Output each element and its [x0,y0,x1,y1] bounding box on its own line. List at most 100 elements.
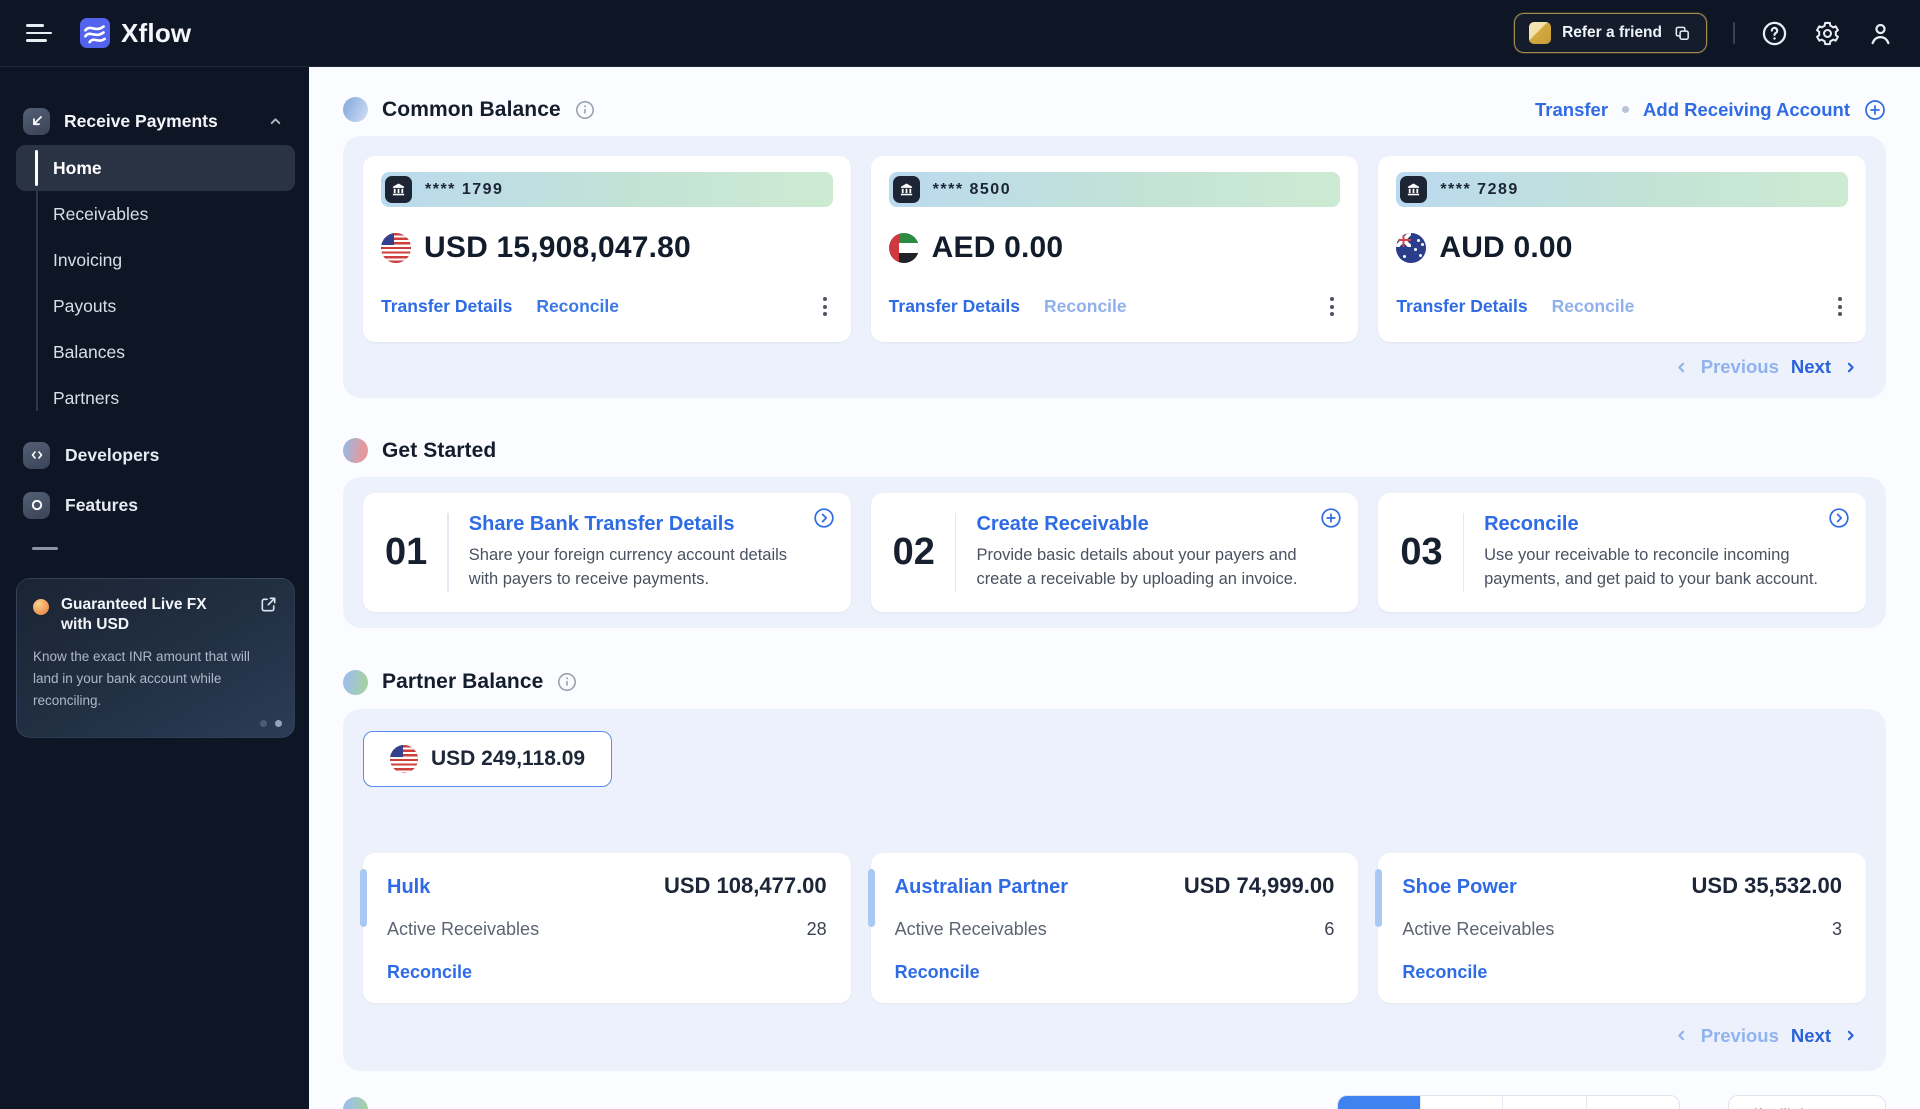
next-button[interactable]: Next [1791,356,1831,378]
add-receiving-account-link[interactable]: Add Receiving Account [1643,99,1850,121]
step-card-3[interactable]: 03 Reconcile Use your receivable to reco… [1378,493,1866,612]
step-number: 02 [892,531,935,574]
hamburger-menu-icon[interactable] [26,24,54,42]
reconcile-link[interactable]: Reconcile [387,962,472,983]
reconcile-link[interactable]: Reconcile [536,296,619,317]
external-link-icon[interactable] [259,595,278,637]
sidebar-item-home[interactable]: Home [16,145,295,191]
currency-tab-usd[interactable]: USD [1337,1096,1421,1109]
info-icon[interactable] [557,672,577,692]
masked-account-number: **** 1799 [425,180,504,198]
chevron-circle-icon[interactable] [1828,507,1850,529]
currency-tab-aed[interactable]: AED [1421,1096,1504,1109]
balance-card-aed: **** 8500 AED 0.00 Transfer Details Reco… [870,156,1359,342]
chevron-left-icon[interactable] [1674,360,1689,375]
chevron-right-icon[interactable] [1843,1028,1858,1043]
previous-button[interactable]: Previous [1701,1025,1779,1047]
chevron-right-icon[interactable] [1843,360,1858,375]
brand[interactable]: Xflow [80,18,191,49]
balance-card-aud: **** 7289 AUD 0.00 Transfer Details Reco… [1378,156,1866,342]
step-description: Share your foreign currency account deta… [468,546,788,588]
reconcile-link[interactable]: Reconcile [1552,296,1635,317]
partner-total-chip[interactable]: USD 249,118.09 [363,730,613,787]
dot-separator [1622,106,1630,113]
partner-name-link[interactable]: Hulk [387,876,430,899]
reconcile-link[interactable]: Reconcile [895,962,980,983]
currency-tabs: USD AED AUD [1336,1095,1681,1109]
masked-account-number: **** 8500 [932,180,1012,198]
transfer-details-link[interactable]: Transfer Details [381,296,512,317]
active-receivables-count: 6 [1324,918,1335,939]
sidebar-item-receivables[interactable]: Receivables [16,191,295,237]
partner-balance-header: Partner Balance [343,669,577,695]
chevron-circle-icon[interactable] [813,507,835,529]
sidebar-item-invoicing[interactable]: Invoicing [16,237,295,283]
previous-button[interactable]: Previous [1701,356,1779,378]
get-started-title: Get Started [382,438,497,462]
xflow-logo-icon [80,18,110,48]
plus-circle-icon[interactable] [1320,507,1342,529]
partner-name-link[interactable]: Australian Partner [895,876,1068,899]
carousel-dot[interactable] [260,720,267,728]
kebab-menu-icon[interactable] [1832,293,1848,320]
transfer-details-link[interactable]: Transfer Details [889,296,1020,317]
sidebar-item-payouts[interactable]: Payouts [16,283,295,329]
step-number: 01 [385,531,428,574]
main-content: Common Balance Transfer Add Receiving Ac… [309,67,1920,1109]
user-profile-icon[interactable] [1867,20,1894,47]
transfer-link[interactable]: Transfer [1535,99,1608,121]
promo-card: Guaranteed Live FX with USD Know the exa… [16,577,295,739]
transfer-details-link[interactable]: Transfer Details [1396,296,1527,317]
step-title-link[interactable]: Share Bank Transfer Details [469,513,809,536]
gift-card-icon [1529,22,1552,44]
refer-a-friend-button[interactable]: Refer a friend [1514,13,1707,53]
code-icon [23,441,50,469]
currency-tab-more[interactable] [1587,1096,1679,1109]
partner-name-link[interactable]: Shoe Power [1402,876,1516,899]
step-title-link[interactable]: Reconcile [1484,513,1824,536]
active-receivables-count: 28 [806,918,827,939]
sidebar-item-balances[interactable]: Balances [16,329,295,375]
reconcile-link[interactable]: Reconcile [1044,296,1127,317]
partner-amount: USD 108,477.00 [663,872,827,898]
promo-title: Guaranteed Live FX with USD [61,595,207,634]
sidebar-section-receive-payments[interactable]: Receive Payments [0,105,309,137]
carousel-dot[interactable] [275,720,282,728]
us-flag-icon [381,233,411,263]
account-strip: **** 7289 [1396,172,1848,207]
partner-card-shoe-power: Shoe Power USD 35,532.00 Active Receivab… [1375,852,1866,1003]
help-icon[interactable] [1761,20,1788,47]
next-section-row: USD AED AUD Life till date [343,1095,1886,1109]
partner-accent-bar [360,868,367,927]
account-strip: **** 1799 [381,172,833,207]
kebab-menu-icon[interactable] [817,293,833,320]
sidebar-item-developers[interactable]: Developers [23,439,283,471]
info-icon[interactable] [575,100,595,120]
copy-icon[interactable] [1673,24,1692,43]
next-button[interactable]: Next [1791,1025,1831,1047]
common-balance-header: Common Balance [343,97,595,122]
partner-balance-title: Partner Balance [382,670,544,694]
sidebar-item-partners[interactable]: Partners [16,375,295,421]
kebab-menu-icon[interactable] [1324,293,1340,320]
get-started-header: Get Started [343,438,496,463]
step-card-2[interactable]: 02 Create Receivable Provide basic detai… [870,493,1359,612]
step-divider [447,513,449,592]
sidebar-section-label: Receive Payments [64,110,218,131]
date-range-select[interactable]: Life till date [1728,1095,1886,1109]
reconcile-link[interactable]: Reconcile [1402,962,1487,983]
sidebar-item-features[interactable]: Features [23,489,283,521]
settings-gear-icon[interactable] [1814,20,1841,47]
plus-circle-icon[interactable] [1864,99,1886,121]
partner-accent-bar [867,868,875,927]
topbar: Xflow Refer a friend [0,0,1920,67]
chevron-up-icon[interactable] [268,114,283,129]
chevron-left-icon[interactable] [1674,1028,1689,1043]
active-receivables-label: Active Receivables [894,918,1047,939]
currency-tab-aud[interactable]: AUD [1503,1096,1588,1109]
step-title-link[interactable]: Create Receivable [976,513,1316,536]
balance-amount: AED 0.00 [931,231,1064,264]
step-card-1[interactable]: 01 Share Bank Transfer Details Share you… [363,493,851,612]
bank-icon [1400,176,1428,203]
step-divider [954,513,957,592]
